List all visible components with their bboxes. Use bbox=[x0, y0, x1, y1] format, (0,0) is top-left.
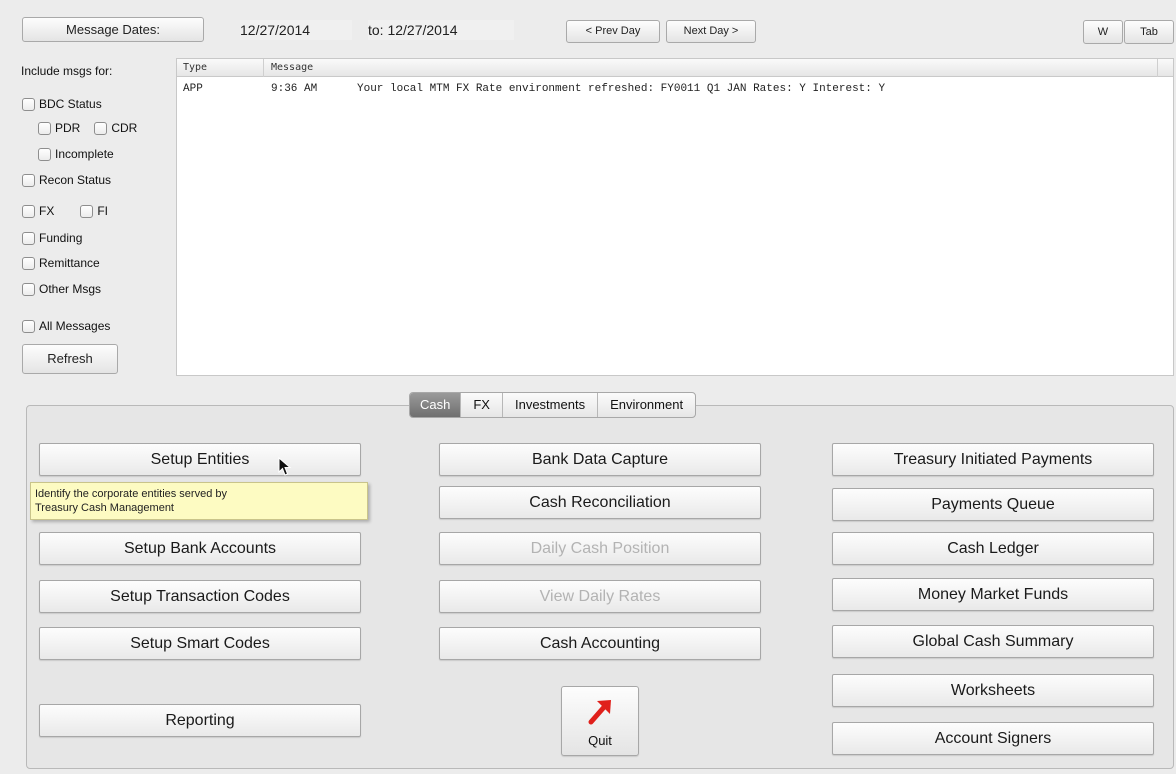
bank-data-capture-button[interactable]: Bank Data Capture bbox=[439, 443, 761, 476]
message-list-header: Type Message bbox=[177, 59, 1173, 77]
w-button[interactable]: W bbox=[1083, 20, 1123, 44]
fi-checkbox[interactable] bbox=[80, 204, 94, 218]
pdr-checkbox[interactable] bbox=[38, 121, 51, 135]
table-row[interactable]: APP 9:36 AM Your local MTM FX Rate envir… bbox=[177, 83, 1173, 99]
tooltip-line-1: Identify the corporate entities served b… bbox=[35, 488, 227, 500]
tab-environment[interactable]: Environment bbox=[597, 393, 695, 417]
checkbox-box[interactable] bbox=[22, 319, 35, 333]
next-day-label: Next Day > bbox=[683, 25, 739, 37]
refresh-button[interactable]: Refresh bbox=[22, 344, 118, 374]
setup-entities-tooltip: Identify the corporate entities served b… bbox=[30, 482, 368, 520]
cdr-label: CDR bbox=[111, 121, 138, 135]
reporting-button[interactable]: Reporting bbox=[39, 704, 361, 737]
from-date-field[interactable]: 12/27/2014 bbox=[240, 20, 352, 40]
view-daily-rates-button: View Daily Rates bbox=[439, 580, 761, 613]
refresh-label: Refresh bbox=[47, 351, 93, 366]
checkbox-box[interactable] bbox=[22, 282, 35, 296]
funding-label: Funding bbox=[39, 231, 83, 245]
tooltip-line-2: Treasury Cash Management bbox=[35, 502, 174, 514]
tab-button[interactable]: Tab bbox=[1124, 20, 1174, 44]
other-msgs-label: Other Msgs bbox=[39, 282, 102, 296]
column-type[interactable]: Type bbox=[183, 62, 207, 73]
message-text: Your local MTM FX Rate environment refre… bbox=[357, 83, 886, 95]
tab-button-label: Tab bbox=[1140, 26, 1158, 38]
to-label: to: bbox=[368, 22, 384, 38]
cash-accounting-button[interactable]: Cash Accounting bbox=[439, 627, 761, 660]
money-market-funds-button[interactable]: Money Market Funds bbox=[832, 578, 1154, 611]
bdc-status-label: BDC Status bbox=[39, 97, 102, 111]
prev-day-label: < Prev Day bbox=[585, 25, 641, 37]
bdc-status-checkbox[interactable]: BDC Status bbox=[22, 97, 102, 111]
pdr-label: PDR bbox=[55, 121, 81, 135]
cdr-checkbox[interactable] bbox=[94, 121, 108, 135]
incomplete-label: Incomplete bbox=[55, 147, 114, 161]
setup-bank-accounts-button[interactable]: Setup Bank Accounts bbox=[39, 532, 361, 565]
checkbox-box[interactable] bbox=[22, 256, 35, 270]
include-msgs-heading: Include msgs for: bbox=[21, 64, 113, 78]
cash-reconciliation-button[interactable]: Cash Reconciliation bbox=[439, 486, 761, 519]
tab-fx[interactable]: FX bbox=[460, 393, 502, 417]
daily-cash-position-button: Daily Cash Position bbox=[439, 532, 761, 565]
mouse-pointer-icon bbox=[278, 457, 292, 476]
all-messages-label: All Messages bbox=[39, 319, 111, 333]
setup-transaction-codes-button[interactable]: Setup Transaction Codes bbox=[39, 580, 361, 613]
w-button-label: W bbox=[1097, 26, 1109, 38]
fx-fi-row: FX FI bbox=[22, 204, 108, 218]
fi-label: FI bbox=[97, 204, 109, 218]
account-signers-button[interactable]: Account Signers bbox=[832, 722, 1154, 755]
prev-day-button[interactable]: < Prev Day bbox=[566, 20, 660, 43]
checkbox-box[interactable] bbox=[22, 231, 35, 245]
checkbox-box[interactable] bbox=[22, 173, 35, 187]
from-date-value: 12/27/2014 bbox=[240, 22, 311, 38]
to-date-field[interactable]: to: 12/27/2014 bbox=[368, 20, 514, 40]
funding-checkbox[interactable]: Funding bbox=[22, 231, 82, 245]
quit-label: Quit bbox=[588, 733, 612, 748]
checkbox-box[interactable] bbox=[22, 97, 35, 111]
cash-ledger-button[interactable]: Cash Ledger bbox=[832, 532, 1154, 565]
remittance-checkbox[interactable]: Remittance bbox=[22, 256, 100, 270]
setup-entities-button[interactable]: Setup Entities bbox=[39, 443, 361, 476]
tab-cash[interactable]: Cash bbox=[410, 393, 461, 417]
recon-status-checkbox[interactable]: Recon Status bbox=[22, 173, 111, 187]
message-time: 9:36 AM bbox=[271, 83, 318, 95]
recon-status-label: Recon Status bbox=[39, 173, 112, 187]
fx-checkbox[interactable] bbox=[22, 204, 35, 218]
pdr-cdr-row: PDR CDR bbox=[38, 121, 137, 135]
fx-label: FX bbox=[39, 204, 55, 218]
quit-button[interactable]: Quit bbox=[561, 686, 639, 756]
quit-arrow-icon bbox=[588, 700, 611, 725]
module-tabs: Cash FX Investments Environment bbox=[409, 392, 697, 418]
message-dates-button[interactable]: Message Dates: bbox=[22, 17, 204, 42]
setup-smart-codes-button[interactable]: Setup Smart Codes bbox=[39, 627, 361, 660]
global-cash-summary-button[interactable]: Global Cash Summary bbox=[832, 625, 1154, 658]
all-messages-checkbox[interactable]: All Messages bbox=[22, 319, 110, 333]
column-message[interactable]: Message bbox=[271, 62, 313, 73]
checkbox-box[interactable] bbox=[38, 147, 51, 161]
incomplete-checkbox[interactable]: Incomplete bbox=[38, 147, 114, 161]
tab-investments[interactable]: Investments bbox=[501, 393, 597, 417]
to-date-value: 12/27/2014 bbox=[387, 22, 458, 38]
message-type: APP bbox=[183, 83, 203, 95]
message-list[interactable]: Type Message APP 9:36 AM Your local MTM … bbox=[176, 58, 1174, 376]
remittance-label: Remittance bbox=[39, 256, 100, 270]
treasury-initiated-payments-button[interactable]: Treasury Initiated Payments bbox=[832, 443, 1154, 476]
worksheets-button[interactable]: Worksheets bbox=[832, 674, 1154, 707]
message-dates-label: Message Dates: bbox=[66, 22, 160, 37]
payments-queue-button[interactable]: Payments Queue bbox=[832, 488, 1154, 521]
next-day-button[interactable]: Next Day > bbox=[666, 20, 756, 43]
other-msgs-checkbox[interactable]: Other Msgs bbox=[22, 282, 101, 296]
